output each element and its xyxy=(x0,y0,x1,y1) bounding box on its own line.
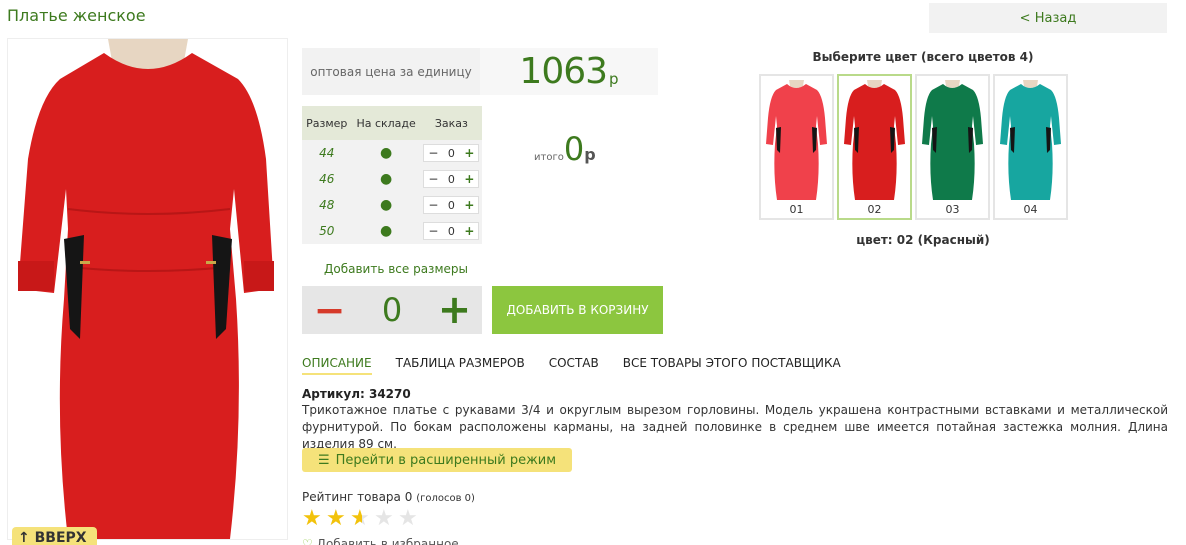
size-quantity-value[interactable]: 0 xyxy=(448,147,455,160)
swatch-label: 04 xyxy=(1023,203,1038,216)
size-increment-button[interactable]: + xyxy=(464,172,474,186)
size-table: Размер На складе Заказ 44 ● −0 +46 ● −0 +48 ● −0… xyxy=(302,106,482,244)
tab-supplier-products[interactable]: ВСЕ ТОВАРЫ ЭТОГО ПОСТАВЩИКА xyxy=(623,356,841,375)
product-image xyxy=(7,38,288,540)
star-icon[interactable]: ★ xyxy=(398,508,422,530)
tab-description[interactable]: ОПИСАНИЕ xyxy=(302,356,372,375)
in-stock-indicator: ● xyxy=(351,192,421,218)
size-row: 48 ● −0 + xyxy=(302,192,482,218)
size-increment-button[interactable]: + xyxy=(464,198,474,212)
tab-composition[interactable]: СОСТАВ xyxy=(549,356,599,375)
page-title: Платье женское xyxy=(7,6,146,25)
size-value: 48 xyxy=(302,192,352,218)
product-description: Трикотажное платье с рукавами 3/4 и окру… xyxy=(302,403,1168,451)
size-decrement-button[interactable]: − xyxy=(428,172,438,186)
product-tabs: ОПИСАНИЕ ТАБЛИЦА РАЗМЕРОВ СОСТАВ ВСЕ ТОВ… xyxy=(302,356,841,375)
in-stock-indicator: ● xyxy=(351,140,421,166)
color-swatch[interactable]: 02 xyxy=(837,74,912,220)
total: итого 0 р xyxy=(534,132,596,166)
total-currency: р xyxy=(584,145,596,164)
color-swatch[interactable]: 04 xyxy=(993,74,1068,220)
color-swatch[interactable]: 01 xyxy=(759,74,834,220)
size-value: 50 xyxy=(302,218,352,244)
order-cell: −0 + xyxy=(420,218,482,244)
add-all-sizes-link[interactable]: Добавить все размеры xyxy=(324,262,468,276)
size-quantity-value[interactable]: 0 xyxy=(448,199,455,212)
advanced-mode-label: Перейти в расширенный режим xyxy=(335,452,557,468)
color-swatches: 01 02 03 04 xyxy=(759,74,1068,220)
size-quantity-value[interactable]: 0 xyxy=(448,225,455,238)
size-quantity-value[interactable]: 0 xyxy=(448,173,455,186)
tab-size-chart[interactable]: ТАБЛИЦА РАЗМЕРОВ xyxy=(396,356,525,375)
add-to-favorites-link[interactable]: ♡ Добавить в избранное xyxy=(302,537,459,545)
sku-label: Артикул: 34270 xyxy=(302,387,411,401)
size-row: 46 ● −0 + xyxy=(302,166,482,192)
list-icon: ☰ xyxy=(317,452,330,468)
size-quantity-stepper: −0 + xyxy=(423,170,480,188)
color-swatch[interactable]: 03 xyxy=(915,74,990,220)
back-button[interactable]: < Назад xyxy=(929,3,1167,33)
size-row: 44 ● −0 + xyxy=(302,140,482,166)
in-stock-indicator: ● xyxy=(351,218,421,244)
quantity-value[interactable]: 0 xyxy=(357,291,427,329)
rating-text: Рейтинг товара 0 (голосов 0) xyxy=(302,490,475,504)
size-quantity-stepper: −0 + xyxy=(423,144,480,162)
color-picker-title: Выберите цвет (всего цветов 4) xyxy=(812,50,1034,64)
size-header: Размер xyxy=(302,106,352,140)
heart-icon: ♡ xyxy=(302,537,313,545)
star-icon[interactable]: ★ xyxy=(326,508,350,530)
size-increment-button[interactable]: + xyxy=(464,224,474,238)
rating-stars[interactable]: ★ ★ ★ ★ ★ xyxy=(302,508,422,530)
swatch-dress-image xyxy=(922,80,983,200)
size-row: 50 ● −0 + xyxy=(302,218,482,244)
size-value: 46 xyxy=(302,166,352,192)
price-value-box: 1063 р xyxy=(480,48,658,95)
order-cell: −0 + xyxy=(420,192,482,218)
size-quantity-stepper: −0 + xyxy=(423,196,480,214)
size-decrement-button[interactable]: − xyxy=(428,224,438,238)
order-header: Заказ xyxy=(420,106,482,140)
swatch-label: 02 xyxy=(867,203,882,216)
rating-label: Рейтинг товара 0 xyxy=(302,490,413,504)
add-to-cart-button[interactable]: ДОБАВИТЬ В КОРЗИНУ xyxy=(492,286,663,334)
scroll-up-button[interactable]: ↑ ВВЕРХ xyxy=(12,527,97,545)
size-quantity-stepper: −0 + xyxy=(423,222,480,240)
star-icon[interactable]: ★ xyxy=(302,508,326,530)
size-value: 44 xyxy=(302,140,352,166)
swatch-dress-image xyxy=(766,80,827,200)
size-decrement-button[interactable]: − xyxy=(428,146,438,160)
quantity-increment-button[interactable]: + xyxy=(427,290,482,330)
selected-color-caption: цвет: 02 (Красный) xyxy=(856,233,990,247)
star-icon[interactable]: ★ xyxy=(350,508,374,530)
rating-votes: (голосов 0) xyxy=(416,493,475,504)
swatch-label: 01 xyxy=(789,203,804,216)
size-increment-button[interactable]: + xyxy=(464,146,474,160)
star-icon[interactable]: ★ xyxy=(374,508,398,530)
order-cell: −0 + xyxy=(420,166,482,192)
advanced-mode-button[interactable]: ☰ Перейти в расширенный режим xyxy=(302,448,572,472)
quantity-decrement-button[interactable]: − xyxy=(302,290,357,330)
swatch-label: 03 xyxy=(945,203,960,216)
order-cell: −0 + xyxy=(420,140,482,166)
total-label: итого xyxy=(534,152,564,163)
dress-illustration xyxy=(18,39,274,539)
size-decrement-button[interactable]: − xyxy=(428,198,438,212)
total-value: 0 xyxy=(563,130,585,168)
swatch-dress-image xyxy=(1000,80,1061,200)
quantity-stepper: − 0 + xyxy=(302,286,482,334)
favorite-label: Добавить в избранное xyxy=(316,537,459,545)
swatch-dress-image xyxy=(844,80,905,200)
price-currency: р xyxy=(609,70,619,88)
in-stock-indicator: ● xyxy=(351,166,421,192)
price-value: 1063 xyxy=(519,51,608,92)
stock-header: На складе xyxy=(351,106,421,140)
price-label: оптовая цена за единицу xyxy=(310,64,472,79)
